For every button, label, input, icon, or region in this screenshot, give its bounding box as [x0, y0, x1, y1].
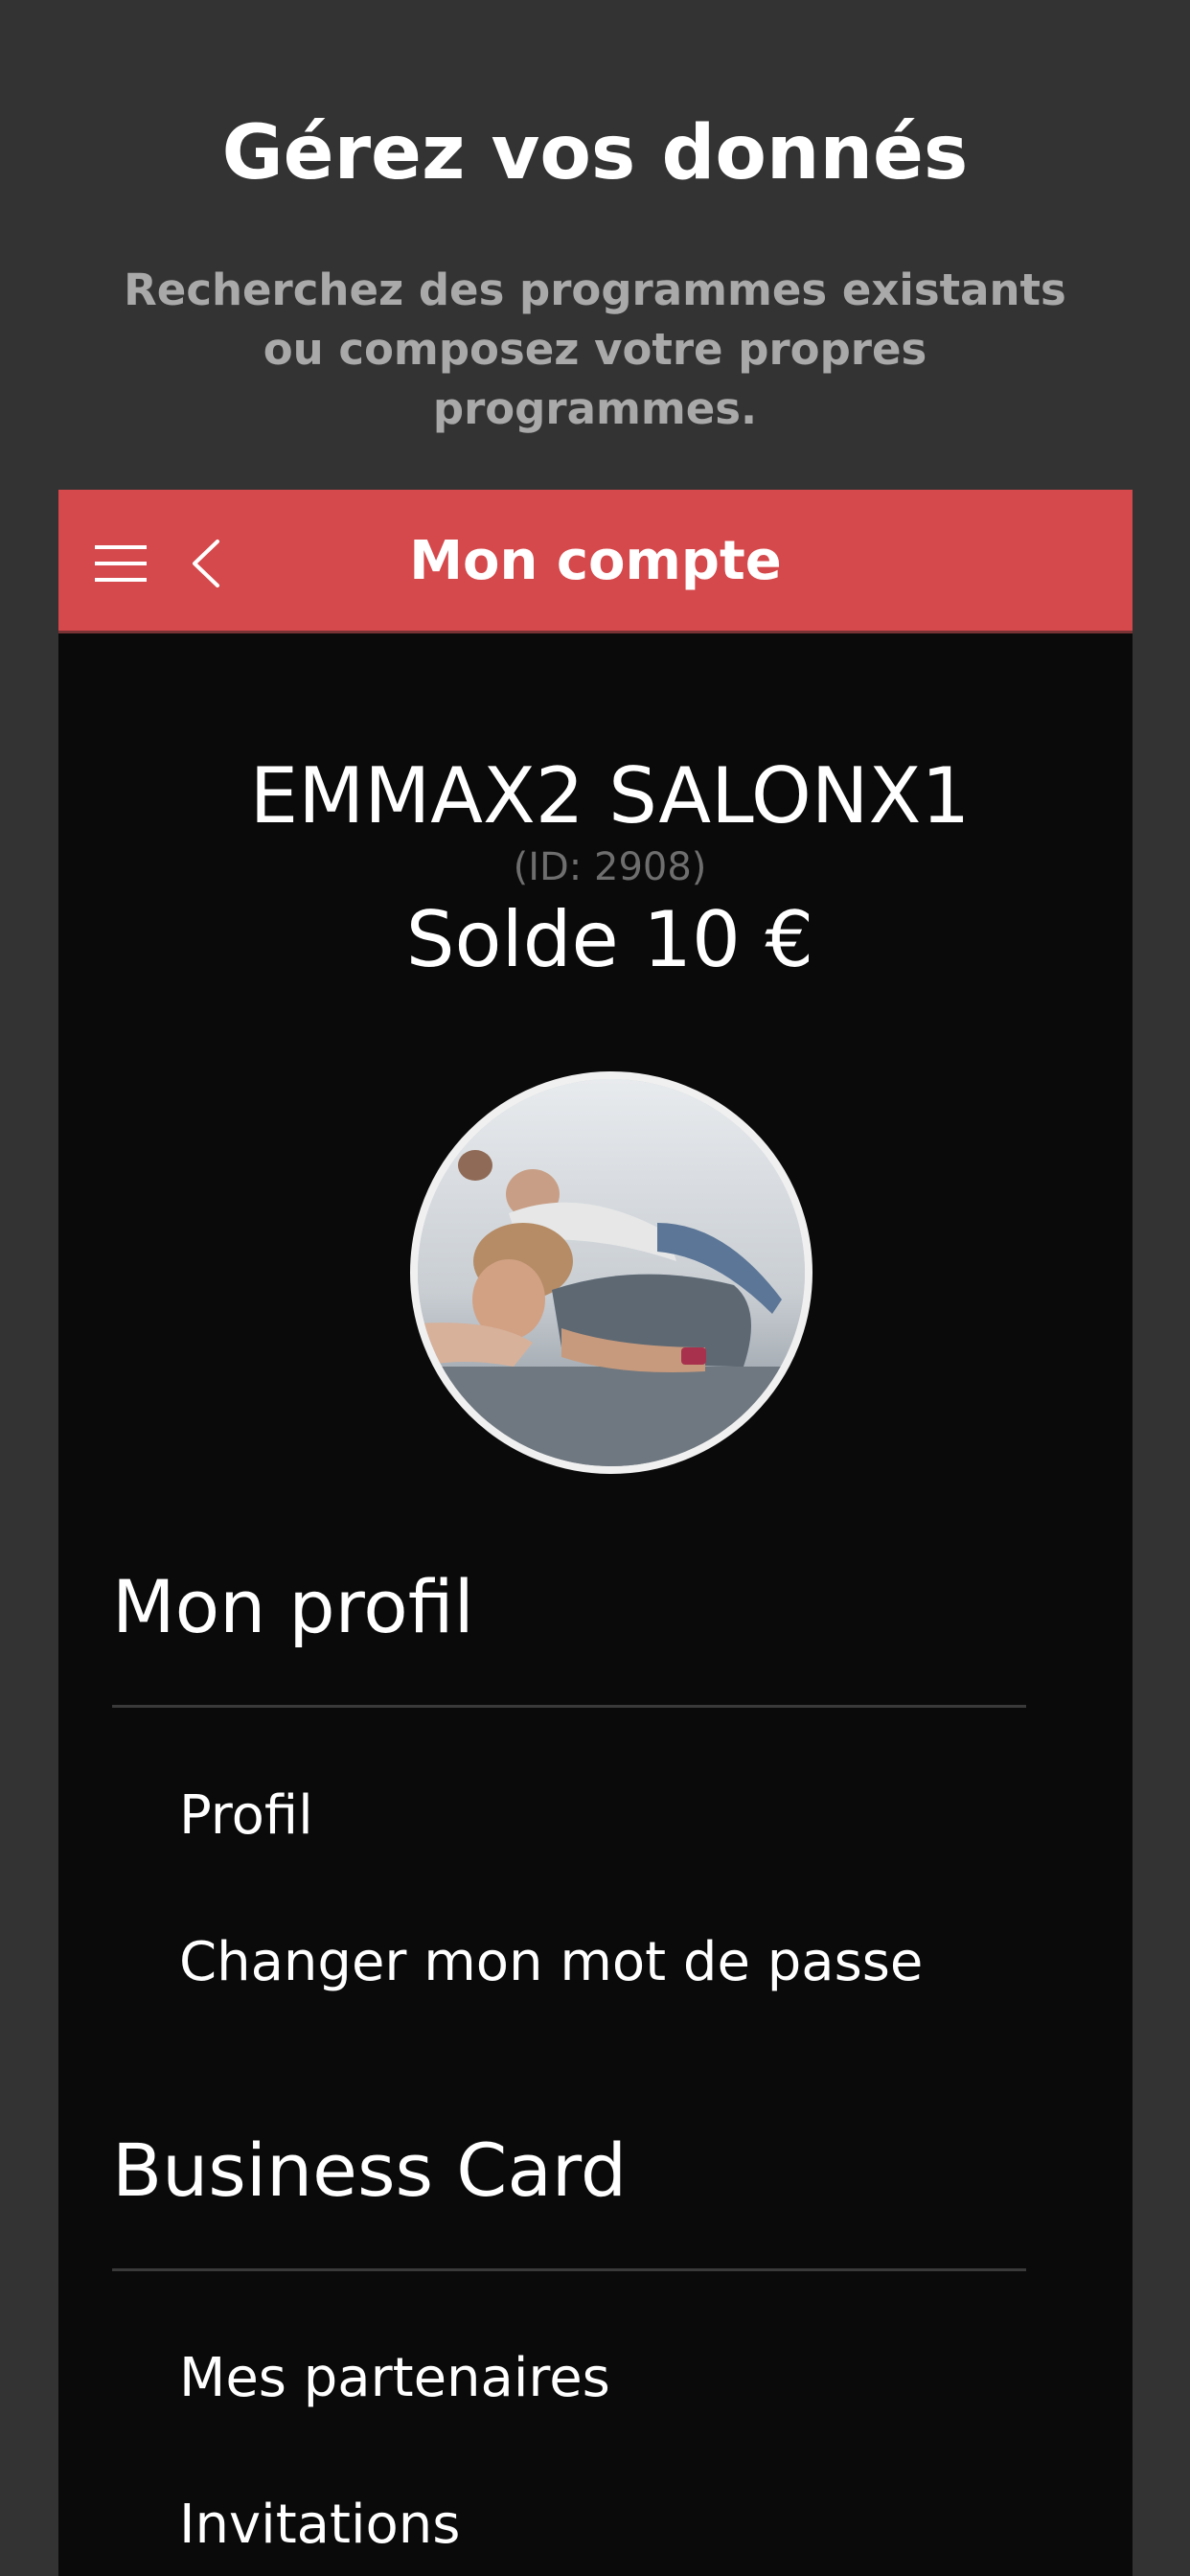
section-title-business-card: Business Card — [112, 2128, 628, 2213]
account-name: EMMAX2 SALONX1 — [249, 751, 971, 840]
menu-item-invitations[interactable]: Invitations — [179, 2487, 1041, 2564]
avatar[interactable] — [410, 1071, 812, 1474]
account-balance: Solde 10 € — [405, 895, 814, 984]
promo-title: Gérez vos donnés — [221, 110, 969, 196]
account-id: (ID: 2908) — [513, 845, 707, 889]
app-bar: Mon compte — [58, 490, 1133, 633]
section-divider — [112, 1705, 1026, 1708]
promo-subtitle: Recherchez des programmes existants ou c… — [124, 264, 1066, 434]
section-divider — [112, 2268, 1026, 2271]
section-title-mon-profil: Mon profil — [112, 1564, 474, 1649]
menu-item-partners[interactable]: Mes partenaires — [179, 2340, 1041, 2417]
phone-screen: Mon compte EMMAX2 SALONX1 (ID: 2908) Sol… — [58, 490, 1133, 2576]
menu-item-profil[interactable]: Profil — [179, 1778, 1041, 1854]
app-bar-title: Mon compte — [409, 530, 782, 592]
menu-item-change-password[interactable]: Changer mon mot de passe — [179, 1924, 1041, 2001]
